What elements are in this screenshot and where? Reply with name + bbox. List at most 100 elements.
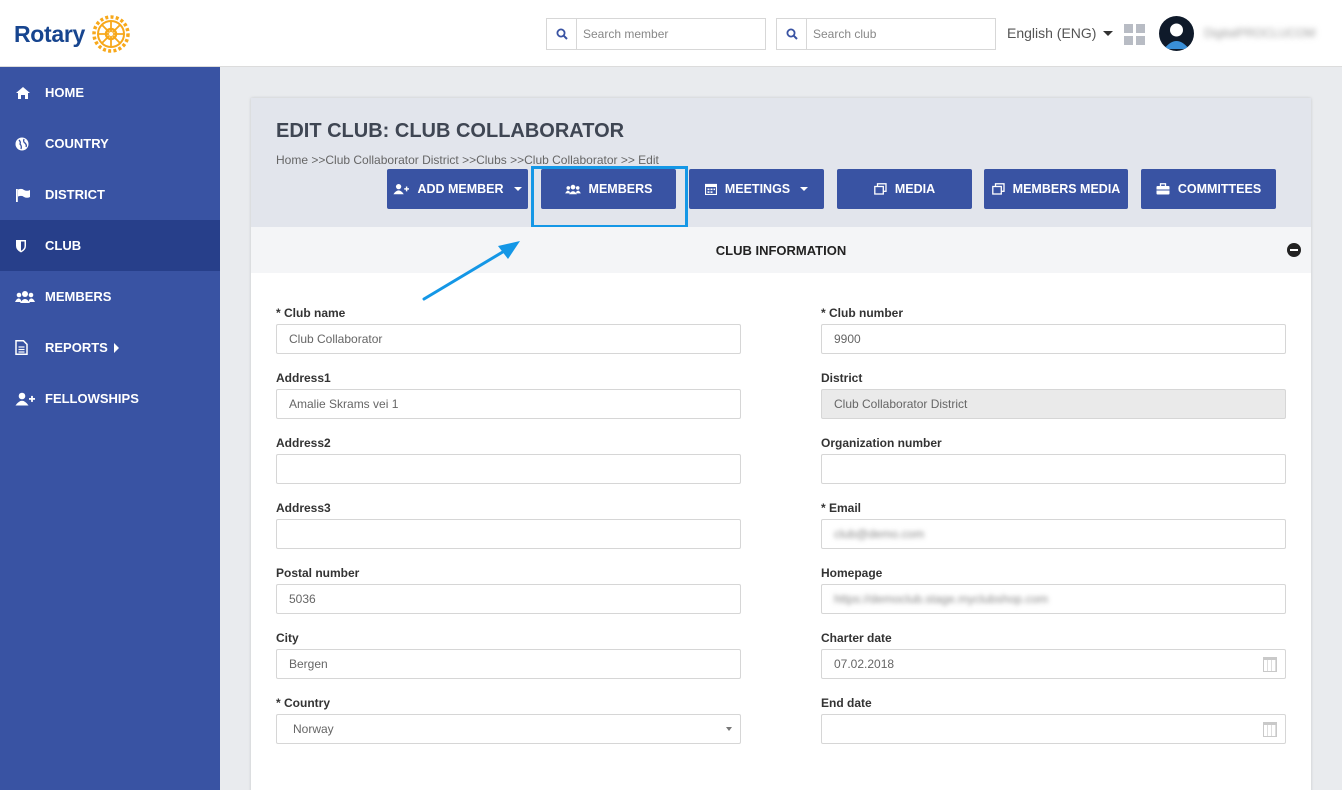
club-number-field: * Club number 9900 [821,305,1286,354]
shield-icon [15,238,37,254]
committees-button[interactable]: COMMITTEES [1141,169,1276,209]
country-select[interactable]: Norway [276,714,741,744]
search-club-input[interactable] [807,20,987,48]
city-input[interactable]: Bergen [276,649,741,679]
postal-number-field: Postal number 5036 [276,565,741,614]
address2-field: Address2 [276,435,741,484]
chevron-down-icon [800,187,809,191]
calendar-icon[interactable] [1263,657,1277,672]
chevron-down-icon [1103,30,1114,36]
members-label: MEMBERS [588,182,653,196]
email-field: * Email club@demo.com [821,500,1286,549]
briefcase-icon [1156,183,1170,195]
flag-icon [15,187,37,203]
edit-club-card: EDIT CLUB: CLUB COLLABORATOR Home >>Club… [251,98,1311,790]
address3-field: Address3 [276,500,741,549]
end-date-field: End date [821,695,1286,744]
calendar-icon[interactable] [1263,722,1277,737]
add-member-button[interactable]: ADD MEMBER [387,169,528,209]
media-label: MEDIA [894,182,936,196]
field-value: club@demo.com [834,527,925,541]
field-label: Address2 [276,436,331,450]
club-name-input[interactable]: Club Collaborator [276,324,741,354]
sidebar-item-reports[interactable]: REPORTS [0,322,220,373]
field-label: Homepage [821,566,883,580]
district-field: District Club Collaborator District [821,370,1286,419]
members-button[interactable]: MEMBERS [541,169,676,209]
search-club-box [776,18,996,50]
user-plus-icon [15,391,37,407]
address3-input[interactable] [276,519,741,549]
collapse-icon[interactable] [1287,243,1301,257]
sidebar-item-district[interactable]: DISTRICT [0,169,220,220]
postal-number-input[interactable]: 5036 [276,584,741,614]
organization-number-input[interactable] [821,454,1286,484]
breadcrumb[interactable]: Home >>Club Collaborator District >>Club… [276,153,659,167]
email-input[interactable]: club@demo.com [821,519,1286,549]
meetings-label: MEETINGS [724,182,791,196]
search-member-input[interactable] [577,20,757,48]
sidebar-item-club[interactable]: CLUB [0,220,220,271]
sidebar: HOME COUNTRY DISTRICT CLUB MEMBERS REPOR… [0,67,220,790]
media-button[interactable]: MEDIA [837,169,972,209]
field-label: End date [821,696,872,710]
club-number-input[interactable]: 9900 [821,324,1286,354]
club-name-field: * Club name Club Collaborator [276,305,741,354]
charter-date-input[interactable]: 07.02.2018 [821,649,1286,679]
search-member-box [546,18,766,50]
field-label: * Country [276,696,330,710]
field-label: District [821,371,863,385]
field-value: 07.02.2018 [834,657,895,671]
members-media-button[interactable]: MEMBERS MEDIA [984,169,1128,209]
apps-grid-icon[interactable] [1124,24,1145,45]
home-icon [15,85,37,101]
search-icon[interactable] [777,19,807,49]
address1-input[interactable]: Amalie Skrams vei 1 [276,389,741,419]
globe-icon [15,136,37,152]
field-value: Bergen [289,657,328,671]
media-icon [874,183,887,195]
homepage-field: Homepage https://democlub.stage.myclubsh… [821,565,1286,614]
chevron-right-icon [113,342,119,353]
homepage-input[interactable]: https://democlub.stage.myclubshop.com [821,584,1286,614]
sidebar-item-label: REPORTS [45,340,108,355]
rotary-wheel-icon [92,15,130,53]
section-header: CLUB INFORMATION [251,227,1311,273]
district-input: Club Collaborator District [821,389,1286,419]
sidebar-item-label: CLUB [45,238,82,253]
sidebar-item-country[interactable]: COUNTRY [0,118,220,169]
sidebar-item-home[interactable]: HOME [0,67,220,118]
end-date-input[interactable] [821,714,1286,744]
sidebar-item-label: HOME [45,85,84,100]
users-icon [564,184,581,194]
username[interactable]: DigitalPROCLUCOM [1204,26,1315,40]
users-icon [15,289,37,305]
field-label: * Club number [821,306,904,320]
sidebar-item-label: DISTRICT [45,187,105,202]
avatar[interactable] [1159,16,1194,51]
add-member-label: ADD MEMBER [417,182,504,196]
calendar-icon [704,183,717,195]
field-value: 5036 [289,592,316,606]
section-title: CLUB INFORMATION [715,242,847,258]
field-label: * Club name [276,306,346,320]
field-label: Address3 [276,501,331,515]
chevron-down-icon [726,727,732,731]
field-value: Norway [293,722,334,736]
meetings-button[interactable]: MEETINGS [689,169,824,209]
field-value: 9900 [834,332,861,346]
sidebar-item-label: FELLOWSHIPS [45,391,139,406]
media-icon [991,183,1005,195]
chevron-down-icon [513,187,522,191]
rotary-logo[interactable]: Rotary [14,12,133,56]
address1-field: Address1 Amalie Skrams vei 1 [276,370,741,419]
sidebar-item-label: COUNTRY [45,136,109,151]
sidebar-item-fellowships[interactable]: FELLOWSHIPS [0,373,220,424]
language-selector[interactable]: English (ENG) [1007,25,1114,41]
language-label: English (ENG) [1007,25,1097,41]
sidebar-item-label: MEMBERS [45,289,112,304]
sidebar-item-members[interactable]: MEMBERS [0,271,220,322]
field-value: Amalie Skrams vei 1 [289,397,399,411]
address2-input[interactable] [276,454,741,484]
search-icon[interactable] [547,19,577,49]
